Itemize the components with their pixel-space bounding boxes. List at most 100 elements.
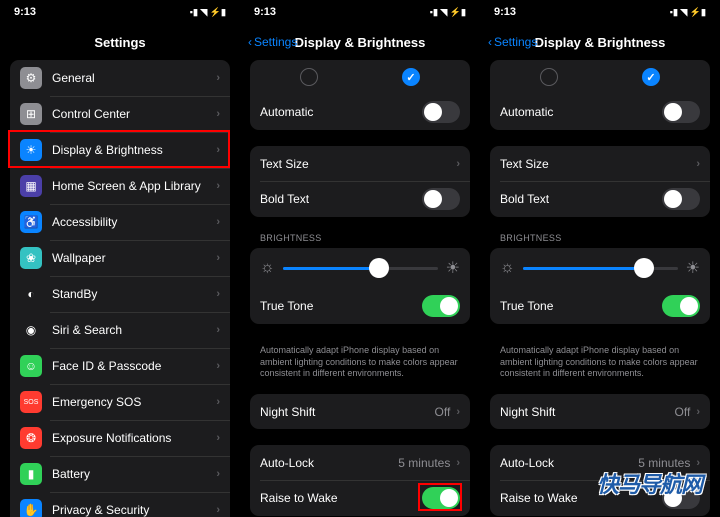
chevron-right-icon: ›: [216, 144, 220, 156]
chevron-right-icon: ›: [216, 252, 220, 264]
chevron-right-icon: ›: [216, 108, 220, 120]
sun-large-icon: ☀: [446, 258, 460, 278]
row-label: Privacy & Security: [52, 503, 216, 517]
chevron-right-icon: ›: [216, 180, 220, 192]
row-icon: ⚙: [20, 67, 42, 89]
automatic-toggle[interactable]: [422, 101, 460, 123]
settings-row-exposure-notifications[interactable]: ❂ Exposure Notifications›: [10, 420, 230, 456]
raise-to-wake-toggle[interactable]: [422, 487, 460, 509]
display-settings-list[interactable]: Automatic Text Size › Bold Text BRIGHTNE…: [240, 60, 480, 517]
brightness-section-label: BRIGHTNESS: [250, 233, 470, 248]
true-tone-row[interactable]: True Tone: [490, 288, 710, 324]
automatic-row[interactable]: Automatic: [490, 94, 710, 130]
text-size-row[interactable]: Text Size ›: [490, 146, 710, 181]
row-value: Off: [675, 405, 691, 419]
row-label: Exposure Notifications: [52, 431, 216, 445]
status-bar: 9:13 ▪▮ ◥ ⚡▮: [480, 0, 720, 24]
settings-row-emergency-sos[interactable]: SOSEmergency SOS›: [10, 384, 230, 420]
chevron-right-icon: ›: [216, 360, 220, 372]
sun-large-icon: ☀: [686, 258, 700, 278]
true-tone-row[interactable]: True Tone: [250, 288, 470, 324]
row-icon: ❂: [20, 427, 42, 449]
settings-row-control-center[interactable]: ⊞Control Center›: [10, 96, 230, 132]
status-bar: 9:13 ▪▮ ◥ ⚡▮: [0, 0, 240, 24]
settings-row-wallpaper[interactable]: ❀Wallpaper›: [10, 240, 230, 276]
row-label: Battery: [52, 467, 216, 481]
radio-light[interactable]: [540, 68, 558, 86]
display-brightness-screen-b: 9:13 ▪▮ ◥ ⚡▮ ‹ Settings Display & Bright…: [480, 0, 720, 517]
status-time: 9:13: [494, 6, 516, 18]
display-settings-list[interactable]: Automatic Text Size › Bold Text BRIGHTNE…: [480, 60, 720, 517]
row-label: Raise to Wake: [260, 491, 422, 505]
back-label: Settings: [254, 35, 297, 49]
page-title: Display & Brightness: [295, 35, 426, 50]
true-tone-toggle[interactable]: [662, 295, 700, 317]
status-bar: 9:13 ▪▮ ◥ ⚡▮: [240, 0, 480, 24]
radio-dark[interactable]: [642, 68, 660, 86]
row-icon: SOS: [20, 391, 42, 413]
settings-row-face-id-passcode[interactable]: ☺Face ID & Passcode›: [10, 348, 230, 384]
bold-text-row[interactable]: Bold Text: [490, 181, 710, 217]
row-icon: ♿: [20, 211, 42, 233]
settings-row-battery[interactable]: ▮ Battery›: [10, 456, 230, 492]
automatic-toggle[interactable]: [662, 101, 700, 123]
night-shift-row[interactable]: Night Shift Off ›: [250, 394, 470, 429]
row-label: Night Shift: [500, 405, 675, 419]
header: Settings: [0, 24, 240, 60]
settings-row-general[interactable]: ⚙ General›: [10, 60, 230, 96]
sun-small-icon: ☼: [260, 259, 275, 277]
row-label: True Tone: [260, 299, 422, 313]
auto-lock-row[interactable]: Auto-Lock 5 minutes ›: [250, 445, 470, 480]
header: ‹ Settings Display & Brightness: [480, 24, 720, 60]
row-icon: ▮: [20, 463, 42, 485]
chevron-right-icon: ›: [456, 406, 460, 418]
brightness-slider-row: ☼ ☀: [250, 248, 470, 288]
settings-root-screen: 9:13 ▪▮ ◥ ⚡▮ Settings ⚙General›⊞Control …: [0, 0, 240, 517]
row-label: True Tone: [500, 299, 662, 313]
true-tone-toggle[interactable]: [422, 295, 460, 317]
settings-row-accessibility[interactable]: ♿Accessibility›: [10, 204, 230, 240]
status-indicators: ▪▮ ◥ ⚡▮: [190, 7, 226, 18]
bold-text-toggle[interactable]: [422, 188, 460, 210]
settings-row-home-screen-app-library[interactable]: ▦Home Screen & App Library›: [10, 168, 230, 204]
row-icon: ◐: [20, 283, 42, 305]
row-label: Emergency SOS: [52, 395, 216, 409]
back-label: Settings: [494, 35, 537, 49]
radio-dark[interactable]: [402, 68, 420, 86]
row-label: General: [52, 71, 216, 85]
brightness-slider[interactable]: [523, 267, 678, 270]
settings-row-privacy-security[interactable]: ✋Privacy & Security›: [10, 492, 230, 517]
chevron-right-icon: ›: [216, 216, 220, 228]
appearance-radio-row: [250, 60, 470, 94]
row-label: Auto-Lock: [260, 456, 398, 470]
chevron-right-icon: ›: [696, 406, 700, 418]
row-label: Bold Text: [260, 192, 422, 206]
settings-list[interactable]: ⚙General›⊞Control Center›☀Display & Brig…: [0, 60, 240, 517]
automatic-row[interactable]: Automatic: [250, 94, 470, 130]
back-button[interactable]: ‹ Settings: [488, 35, 537, 49]
settings-row-standby[interactable]: ◐StandBy›: [10, 276, 230, 312]
row-icon: ❀: [20, 247, 42, 269]
bold-text-toggle[interactable]: [662, 188, 700, 210]
row-label: Automatic: [500, 105, 662, 119]
chevron-right-icon: ›: [216, 324, 220, 336]
settings-row-siri-search[interactable]: ◉Siri & Search›: [10, 312, 230, 348]
row-label: Night Shift: [260, 405, 435, 419]
sun-small-icon: ☼: [500, 259, 515, 277]
night-shift-row[interactable]: Night Shift Off ›: [490, 394, 710, 429]
chevron-right-icon: ›: [216, 468, 220, 480]
chevron-right-icon: ›: [216, 72, 220, 84]
radio-light[interactable]: [300, 68, 318, 86]
brightness-slider[interactable]: [283, 267, 438, 270]
row-icon: ☀: [20, 139, 42, 161]
settings-row-display-brightness[interactable]: ☀Display & Brightness›: [10, 132, 230, 168]
bold-text-row[interactable]: Bold Text: [250, 181, 470, 217]
row-label: Automatic: [260, 105, 422, 119]
back-button[interactable]: ‹ Settings: [248, 35, 297, 49]
status-time: 9:13: [14, 6, 36, 18]
status-indicators: ▪▮ ◥ ⚡▮: [670, 7, 706, 18]
raise-to-wake-row[interactable]: Raise to Wake: [250, 480, 470, 516]
chevron-right-icon: ›: [456, 158, 460, 170]
text-size-row[interactable]: Text Size ›: [250, 146, 470, 181]
chevron-right-icon: ›: [216, 432, 220, 444]
